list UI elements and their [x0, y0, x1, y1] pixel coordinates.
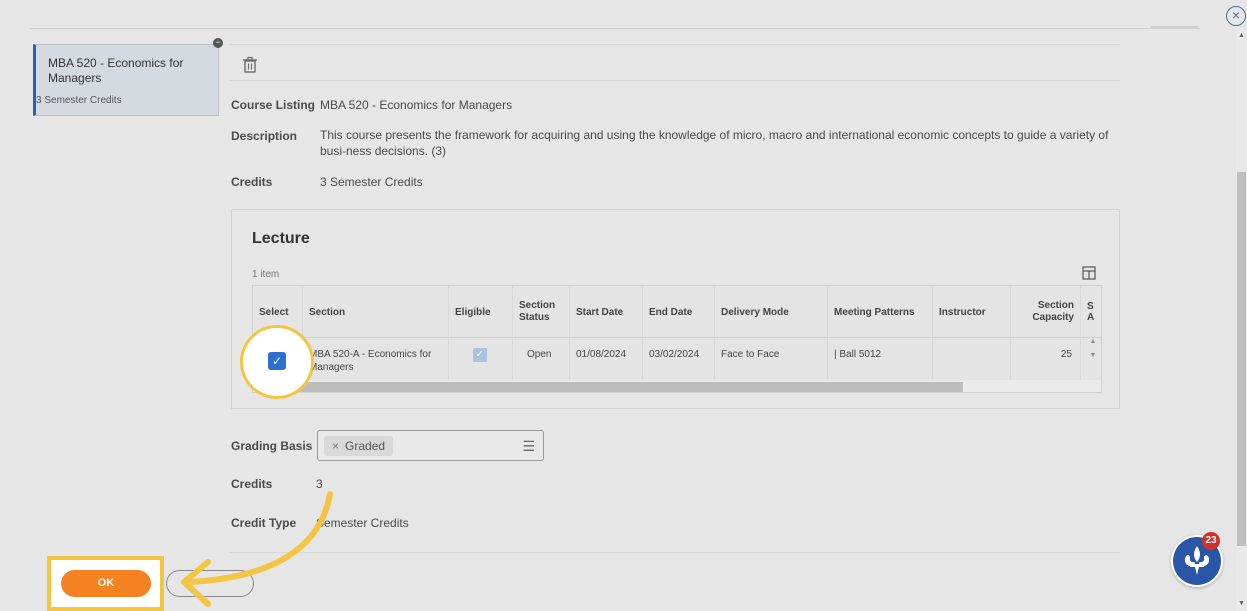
page-scrollbar[interactable]: ▲ ▼	[1236, 30, 1247, 611]
scroll-down-icon[interactable]: ▼	[1238, 600, 1245, 607]
cell-end-date: 03/02/2024	[643, 338, 715, 380]
course-card-title: MBA 520 - Economics for Managers	[48, 56, 184, 85]
course-card[interactable]: MBA 520 - Economics for Managers 3 Semes…	[33, 44, 219, 116]
cell-delivery-mode: Face to Face	[715, 338, 828, 380]
grading-chip[interactable]: × Graded	[324, 436, 394, 456]
remove-chip-icon[interactable]: ×	[332, 439, 339, 453]
footer-divider	[230, 552, 1120, 553]
table-horizontal-scrollbar[interactable]	[253, 380, 1101, 392]
course-listing-label: Course Listing	[231, 98, 316, 112]
col-meeting-patterns: Meeting Patterns	[828, 286, 933, 338]
credits-label: Credits	[231, 175, 273, 189]
form-credits-label: Credits	[231, 477, 273, 491]
col-delivery-mode: Delivery Mode	[715, 286, 828, 338]
eligible-check-icon: ✓	[473, 348, 487, 362]
top-stub	[1150, 26, 1198, 29]
cell-eligible: ✓	[449, 338, 513, 380]
cell-section[interactable]: MBA 520-A - Economics for Managers	[303, 338, 449, 380]
course-listing-value: MBA 520 - Economics for Managers	[320, 98, 513, 112]
course-card-credits: 3 Semester Credits	[36, 95, 122, 106]
select-checkbox[interactable]: ✓	[268, 352, 286, 370]
page-scroll-thumb[interactable]	[1237, 172, 1246, 546]
description-label: Description	[231, 129, 298, 143]
row-vertical-scroll[interactable]: ▲ ▼	[1085, 338, 1101, 380]
lecture-title: Lecture	[252, 230, 310, 247]
close-icon[interactable]: ×	[1226, 6, 1246, 26]
ok-button[interactable]: OK	[61, 570, 151, 597]
notification-count: 23	[1202, 532, 1220, 550]
table-scroll-thumb[interactable]	[265, 382, 963, 392]
cell-capacity: 25	[1011, 338, 1081, 380]
page: × ▲ ▼ MBA 520 - Economics for Managers 3…	[0, 0, 1247, 611]
col-section-capacity: Section Capacity	[1011, 286, 1081, 338]
table-header-row: Select Section Eligible Section Status S…	[253, 286, 1101, 338]
remove-card-icon[interactable]: −	[213, 38, 223, 48]
col-end-date: End Date	[643, 286, 715, 338]
col-section-status: Section Status	[513, 286, 570, 338]
grading-basis-label: Grading Basis	[231, 439, 313, 453]
table-layout-icon[interactable]	[1082, 266, 1096, 280]
credits-value: 3 Semester Credits	[320, 175, 423, 189]
description-value: This course presents the framework for a…	[320, 128, 1109, 158]
pointer-arrow-icon	[181, 491, 333, 607]
col-eligible: Eligible	[449, 286, 513, 338]
cell-meeting-patterns: | Ball 5012	[828, 338, 933, 380]
col-extra: S A	[1087, 301, 1095, 323]
top-divider	[30, 28, 1200, 29]
col-instructor: Instructor	[933, 286, 1011, 338]
lecture-section: Lecture 1 item Select Section Eligible S…	[231, 209, 1120, 409]
trash-icon[interactable]	[240, 55, 260, 75]
cell-instructor	[933, 338, 1011, 380]
grading-basis-input[interactable]: × Graded ☰	[317, 430, 544, 461]
header-divider	[230, 44, 1120, 45]
col-section: Section	[303, 286, 449, 338]
cell-start-date: 01/08/2024	[570, 338, 643, 380]
cell-status: Open	[513, 338, 570, 380]
scroll-up-icon[interactable]: ▲	[1238, 32, 1245, 39]
grading-chip-label: Graded	[345, 439, 386, 453]
item-count: 1 item	[252, 269, 280, 280]
sections-table: Select Section Eligible Section Status S…	[252, 285, 1102, 393]
toolbar-divider	[230, 80, 1120, 81]
list-menu-icon[interactable]: ☰	[522, 438, 535, 455]
col-start-date: Start Date	[570, 286, 643, 338]
